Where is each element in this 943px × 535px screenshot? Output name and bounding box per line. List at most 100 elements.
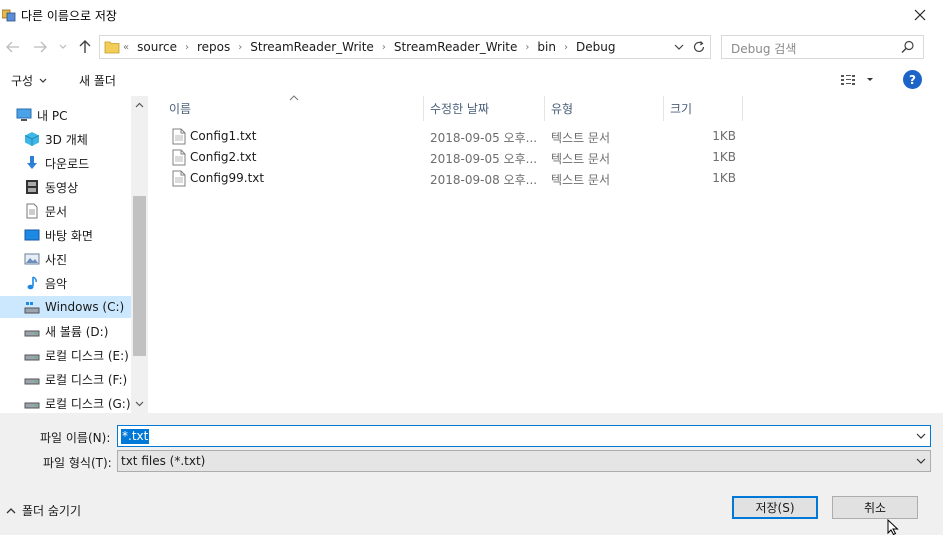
navigation-pane: 내 PC 3D 개체 다운로드 동영상 문서 바탕 화면 사진 음악 Windo…: [0, 96, 148, 413]
close-button[interactable]: [897, 0, 943, 30]
breadcrumb-item[interactable]: Debug: [576, 40, 615, 54]
file-date: 2018-09-05 오후...: [430, 131, 538, 145]
sidebar-item-music[interactable]: 음악: [0, 272, 131, 294]
file-size: 1KB: [712, 171, 736, 185]
sidebar-item-documents[interactable]: 문서: [0, 200, 131, 222]
sidebar-item-drive-e[interactable]: 로컬 디스크 (E:): [0, 344, 131, 366]
sidebar-item-label: 음악: [45, 276, 68, 291]
cancel-button[interactable]: 취소: [832, 496, 918, 519]
hide-folders-button[interactable]: 폴더 숨기기: [6, 502, 81, 519]
breadcrumb-separator-icon[interactable]: ›: [382, 42, 386, 53]
chevron-down-icon: [59, 44, 67, 49]
folder-icon: [104, 41, 120, 54]
help-button[interactable]: ?: [903, 70, 922, 89]
close-icon: [914, 9, 926, 21]
sidebar-item-drive-g[interactable]: 로컬 디스크 (G:): [0, 392, 131, 413]
address-bar[interactable]: « source › repos › StreamReader_Write › …: [99, 35, 711, 59]
breadcrumb-separator-icon[interactable]: ›: [525, 42, 529, 53]
scroll-up-icon[interactable]: [134, 100, 145, 111]
sidebar-item-downloads[interactable]: 다운로드: [0, 152, 131, 174]
sidebar-item-label: 새 볼륨 (D:): [45, 324, 109, 339]
sidebar-item-desktop[interactable]: 바탕 화면: [0, 224, 131, 246]
breadcrumb-item[interactable]: StreamReader_Write: [394, 40, 518, 54]
column-header-name[interactable]: 이름: [148, 95, 423, 121]
pc-icon: [16, 108, 32, 121]
desktop-icon: [24, 229, 40, 241]
file-row[interactable]: Config2.txt 2018-09-05 오후... 텍스트 문서 1KB: [168, 147, 748, 168]
filename-input[interactable]: *.txt: [117, 425, 931, 447]
save-button[interactable]: 저장(S): [732, 496, 818, 519]
command-bar: 구성 새 폴더 ?: [0, 66, 943, 94]
sidebar-item-label: Windows (C:): [45, 300, 125, 314]
hide-folders-label: 폴더 숨기기: [22, 504, 82, 518]
view-list-icon: [841, 75, 855, 85]
breadcrumb-overflow[interactable]: «: [123, 42, 129, 53]
forward-button[interactable]: [30, 37, 50, 57]
up-button[interactable]: [75, 37, 95, 57]
drive-icon: [24, 354, 40, 361]
sidebar-scrollbar[interactable]: [131, 96, 148, 413]
drive-icon: [24, 330, 40, 337]
file-date: 2018-09-05 오후...: [430, 152, 538, 166]
drive-icon: [24, 402, 40, 409]
filename-label: 파일 이름(N):: [40, 431, 111, 445]
sidebar-item-drive-d[interactable]: 새 볼륨 (D:): [0, 320, 131, 342]
column-header-label: 이름: [169, 102, 192, 116]
scrollbar-thumb[interactable]: [133, 196, 146, 356]
search-box[interactable]: Debug 검색: [721, 35, 924, 59]
file-name: Config1.txt: [190, 129, 257, 143]
download-icon: [27, 156, 37, 169]
column-header-type[interactable]: 유형: [531, 96, 663, 121]
column-divider[interactable]: [742, 96, 743, 121]
chevron-down-icon: [39, 78, 47, 83]
sidebar-item-label: 다운로드: [45, 156, 90, 171]
title-bar: 다른 이름으로 저장: [0, 0, 943, 30]
breadcrumb-separator-icon[interactable]: ›: [564, 42, 568, 53]
sidebar-item-label: 사진: [45, 252, 68, 267]
sidebar-item-drive-c[interactable]: Windows (C:): [0, 296, 131, 318]
recent-locations-button[interactable]: [56, 37, 70, 57]
file-date: 2018-09-08 오후...: [430, 173, 538, 187]
file-name: Config99.txt: [190, 171, 265, 185]
new-folder-button[interactable]: 새 폴더: [79, 72, 116, 89]
file-row[interactable]: Config99.txt 2018-09-08 오후... 텍스트 문서 1KB: [168, 168, 748, 189]
sidebar-item-3d-objects[interactable]: 3D 개체: [0, 128, 131, 150]
sidebar-item-label: 로컬 디스크 (G:): [45, 396, 131, 411]
file-type: 텍스트 문서: [551, 152, 611, 166]
pictures-icon: [24, 253, 40, 265]
chevron-down-icon[interactable]: [916, 431, 926, 441]
sidebar-item-this-pc[interactable]: 내 PC: [0, 104, 131, 126]
file-size: 1KB: [712, 129, 736, 143]
sort-ascending-icon: [289, 95, 299, 101]
organize-button[interactable]: 구성: [11, 72, 47, 89]
refresh-icon[interactable]: [691, 39, 707, 55]
filetype-value: txt files (*.txt): [121, 454, 206, 468]
breadcrumb-item[interactable]: StreamReader_Write: [250, 40, 374, 54]
sidebar-item-label: 로컬 디스크 (F:): [45, 372, 128, 387]
breadcrumb-item[interactable]: source: [137, 40, 177, 54]
sidebar-item-videos[interactable]: 동영상: [0, 176, 131, 198]
breadcrumb-separator-icon[interactable]: ›: [185, 42, 189, 53]
column-header-size[interactable]: 크기: [650, 96, 742, 121]
column-header-date[interactable]: 수정한 날짜: [410, 96, 544, 121]
file-name: Config2.txt: [190, 150, 257, 164]
breadcrumb-item[interactable]: repos: [197, 40, 230, 54]
search-placeholder: Debug 검색: [731, 42, 797, 56]
scroll-down-icon[interactable]: [134, 398, 145, 409]
view-options-button[interactable]: [839, 72, 879, 88]
sidebar-item-pictures[interactable]: 사진: [0, 248, 131, 270]
breadcrumb-separator-icon[interactable]: ›: [238, 42, 242, 53]
text-file-icon: [172, 128, 186, 145]
search-icon[interactable]: [901, 40, 915, 54]
sidebar-item-drive-f[interactable]: 로컬 디스크 (F:): [0, 368, 131, 390]
file-type: 텍스트 문서: [551, 173, 611, 187]
file-list: 이름 수정한 날짜 유형 크기 Config1.txt 2018-09-05 오…: [148, 95, 943, 413]
text-file-icon: [172, 149, 186, 166]
filetype-select[interactable]: txt files (*.txt): [117, 450, 931, 472]
breadcrumb-item[interactable]: bin: [537, 40, 556, 54]
navigation-bar: « source › repos › StreamReader_Write › …: [0, 33, 943, 61]
back-button[interactable]: [3, 37, 23, 57]
column-header-label: 크기: [670, 102, 693, 116]
file-row[interactable]: Config1.txt 2018-09-05 오후... 텍스트 문서 1KB: [168, 126, 748, 147]
address-dropdown-icon[interactable]: [672, 40, 686, 54]
